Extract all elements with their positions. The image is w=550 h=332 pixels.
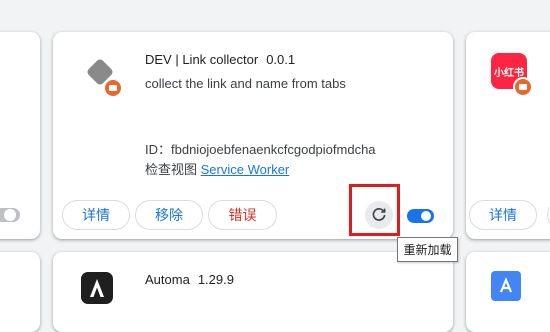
link-collector-app-icon [81, 58, 129, 106]
automa-version: 1.29.9 [197, 272, 234, 287]
inspect-views-label: 检查视图 [145, 162, 198, 177]
errors-button[interactable]: 错误 [208, 200, 277, 230]
extension-title: DEV | Link collector 0.0.1 [145, 52, 295, 67]
extension-name: DEV | Link collector [145, 52, 259, 67]
inspect-views: 检查视图 Service Worker [145, 159, 289, 178]
google-translate-icon [491, 271, 521, 301]
details-button-xiaohongshu[interactable]: 详情 [469, 200, 537, 230]
extension-card-left-partial [0, 32, 40, 239]
extension-id: ID：fbdniojoebfenaenkcfcgodpiofmdcha [145, 142, 376, 157]
xiaohongshu-app-icon: 小红书 [491, 53, 533, 97]
remove-button[interactable]: 移除 [135, 200, 203, 230]
extension-card-xiaohongshu: 小红书 详情 [466, 32, 550, 239]
extension-card-bottom-left [0, 252, 40, 332]
service-worker-link[interactable]: Service Worker [201, 162, 290, 177]
extension-description: collect the link and name from tabs [145, 76, 346, 91]
toggle-left-partial[interactable] [0, 208, 20, 222]
enable-toggle[interactable] [407, 209, 434, 223]
extension-version: 0.0.1 [266, 52, 296, 67]
automa-logo-icon [81, 272, 113, 304]
extension-card-google-translate [466, 252, 550, 332]
extension-card-automa: Automa 1.29.9 [53, 252, 453, 332]
xiaohongshu-logo-text: 小红书 [494, 67, 524, 79]
record-badge-icon [103, 78, 123, 98]
automa-title: Automa 1.29.9 [145, 272, 234, 287]
automa-name: Automa [145, 272, 190, 287]
details-button[interactable]: 详情 [62, 200, 130, 230]
reload-highlight-annotation [349, 184, 400, 236]
record-badge-icon [513, 77, 533, 97]
reload-tooltip: 重新加载 [397, 237, 458, 262]
